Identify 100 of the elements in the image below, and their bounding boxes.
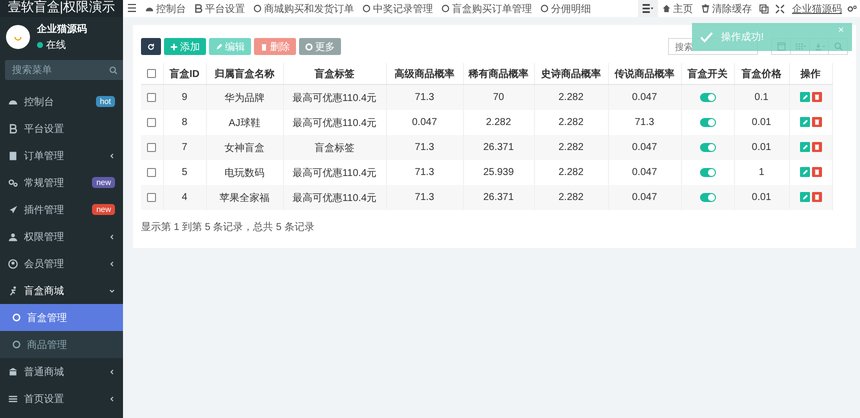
sidebar-item[interactable]: 插件管理 new xyxy=(0,196,123,223)
pagination-info: 显示第 1 到第 5 条记录，总共 5 条记录 xyxy=(141,220,316,234)
menu-badge: new xyxy=(92,177,115,188)
letter-b-icon xyxy=(194,4,203,13)
table-cell: 71.3 xyxy=(386,135,463,160)
toggle-switch[interactable] xyxy=(700,142,716,152)
toggle-switch[interactable] xyxy=(700,118,716,127)
delete-icon[interactable] xyxy=(812,142,822,152)
table-cell: 2.282 xyxy=(534,135,608,160)
table-cell: 4 xyxy=(163,185,206,210)
nav-tab[interactable]: 分佣明细 xyxy=(536,0,595,17)
avatar-icon xyxy=(6,25,30,49)
home-icon xyxy=(662,4,671,13)
select-all-checkbox[interactable] xyxy=(147,68,156,78)
edit-icon[interactable] xyxy=(800,167,810,178)
table-cell: 0.047 xyxy=(608,185,681,210)
table-cell: 26.371 xyxy=(463,185,534,210)
document-icon xyxy=(8,150,18,160)
toggle-switch[interactable] xyxy=(700,192,716,202)
online-dot-icon xyxy=(37,42,43,48)
sidebar-item[interactable]: 会员管理 xyxy=(0,250,123,277)
table-cell: 7 xyxy=(163,135,206,160)
delete-icon[interactable] xyxy=(812,192,822,202)
table-cell: 盲盒标签 xyxy=(283,135,386,160)
check-icon xyxy=(700,32,713,42)
gears-icon xyxy=(8,178,18,188)
circle-icon xyxy=(440,4,450,13)
nav-tab[interactable]: 平台设置 xyxy=(190,0,249,17)
pencil-icon xyxy=(215,42,223,50)
row-checkbox[interactable] xyxy=(147,92,156,102)
toast-message: 操作成功! xyxy=(721,30,765,44)
user-status: 在线 xyxy=(46,38,66,52)
circle-icon xyxy=(12,340,21,349)
bank-icon xyxy=(8,366,18,376)
search-field[interactable]: 搜索菜单 xyxy=(5,60,125,80)
sidebar-item[interactable]: 订单管理 xyxy=(0,142,123,169)
delete-icon[interactable] xyxy=(812,117,822,128)
list-icon xyxy=(642,4,654,13)
sidebar-item[interactable]: 普通商城 xyxy=(0,358,123,385)
top-link[interactable]: 主页 xyxy=(658,0,697,17)
trash-icon xyxy=(701,4,710,13)
submenu-item[interactable]: 商品管理 xyxy=(0,331,123,358)
sidebar-item[interactable]: 权限管理 xyxy=(0,223,123,250)
app-title: 壹软盲盒|权限演示 xyxy=(0,0,123,17)
circle-icon xyxy=(362,4,371,13)
circle-icon xyxy=(12,313,21,322)
menu-icon[interactable]: ☰ xyxy=(127,2,141,15)
toggle-switch[interactable] xyxy=(700,168,716,177)
nav-tab[interactable]: 盲盒购买订单管理 xyxy=(436,0,536,17)
table-cell: 0.01 xyxy=(734,135,789,160)
toggle-switch[interactable] xyxy=(700,92,716,102)
table-cell: 71.3 xyxy=(386,84,463,110)
edit-icon[interactable] xyxy=(800,142,810,152)
toolbar-button[interactable] xyxy=(141,38,161,55)
table-cell: 71.3 xyxy=(386,185,463,210)
nav-tab[interactable]: 控制台 xyxy=(140,0,190,17)
gears-icon[interactable] xyxy=(847,4,857,14)
gear-icon xyxy=(305,42,313,50)
user-link[interactable]: 企业猫源码 xyxy=(788,2,844,16)
nav-tab[interactable]: 商城购买和发货订单 xyxy=(248,0,358,17)
submenu-item[interactable]: 盲盒管理 xyxy=(0,304,123,331)
edit-icon[interactable] xyxy=(800,117,810,128)
table-cell: 最高可优惠110.4元 xyxy=(283,185,386,210)
row-checkbox[interactable] xyxy=(147,142,156,152)
sidebar-item[interactable]: 常规管理 new xyxy=(0,169,123,196)
edit-icon[interactable] xyxy=(800,92,810,102)
circle-icon xyxy=(252,4,262,13)
row-checkbox[interactable] xyxy=(147,192,156,202)
trash-icon xyxy=(260,42,268,50)
nav-tab[interactable]: 中奖记录管理 xyxy=(358,0,437,17)
sidebar-item[interactable]: 首页设置 xyxy=(0,385,123,412)
delete-icon[interactable] xyxy=(812,167,822,178)
letter-b-icon xyxy=(8,124,18,134)
table-cell: 26.371 xyxy=(463,135,534,160)
row-checkbox[interactable] xyxy=(147,118,156,127)
sidebar-item[interactable]: 盲盒商城 xyxy=(0,277,123,304)
edit-icon[interactable] xyxy=(800,192,810,202)
delete-icon[interactable] xyxy=(812,92,822,102)
table-cell: 苹果全家福 xyxy=(206,185,283,210)
table-cell: 女神盲盒 xyxy=(206,135,283,160)
menu-icon xyxy=(8,394,18,404)
runner-icon xyxy=(8,286,18,296)
row-checkbox[interactable] xyxy=(147,168,156,177)
table-cell: 70 xyxy=(463,84,534,110)
table-cell: 9 xyxy=(163,84,206,110)
sidebar-item[interactable]: 控制台 hot xyxy=(0,88,123,115)
refresh-icon xyxy=(147,42,155,50)
table-cell: 华为品牌 xyxy=(206,84,283,110)
top-link[interactable]: 清除缓存 xyxy=(697,0,756,17)
table-cell: 2.282 xyxy=(534,84,608,110)
table-cell: 2.282 xyxy=(534,185,608,210)
copy-icon[interactable] xyxy=(759,4,769,14)
tab-list-dropdown[interactable] xyxy=(638,0,658,17)
plus-icon xyxy=(170,42,178,50)
sidebar-item[interactable]: 平台设置 xyxy=(0,115,123,142)
fullscreen-icon[interactable] xyxy=(775,4,785,14)
table-cell: 0.1 xyxy=(734,84,789,110)
table-cell: 0.047 xyxy=(608,135,681,160)
users-icon xyxy=(8,232,18,242)
user-name: 企业猫源码 xyxy=(37,22,87,36)
